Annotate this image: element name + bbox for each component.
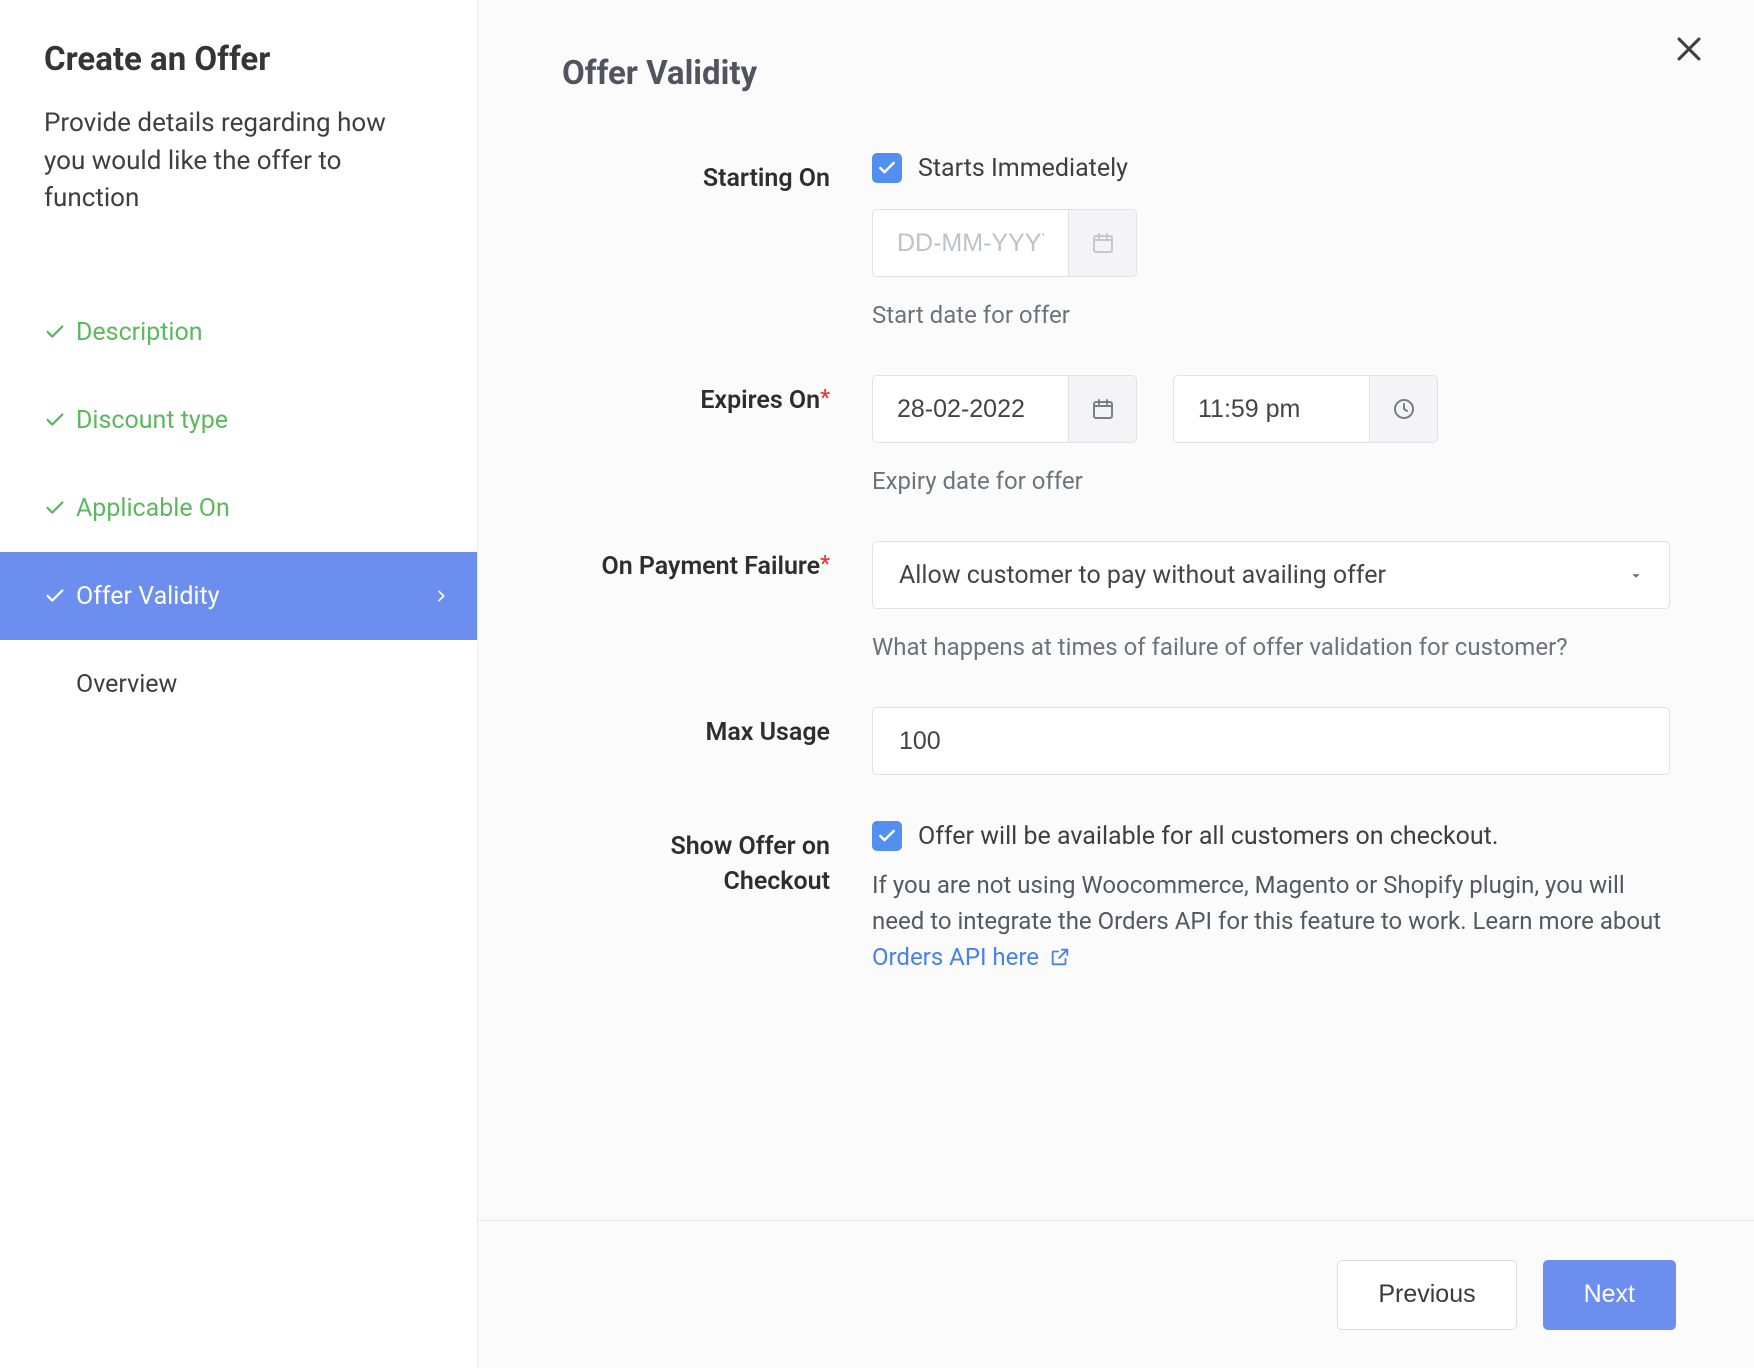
main-panel: Offer Validity Starting On Starts Immedi… bbox=[478, 0, 1754, 1368]
row-show-on-checkout: Show Offer on Checkout Offer will be ava… bbox=[562, 821, 1670, 975]
chevron-down-icon bbox=[1629, 561, 1643, 590]
nav-label: Discount type bbox=[76, 406, 449, 435]
check-icon bbox=[44, 585, 76, 607]
check-icon bbox=[44, 409, 76, 431]
start-date-field[interactable] bbox=[872, 209, 1137, 277]
checkbox-starts-immediately[interactable] bbox=[872, 153, 902, 183]
max-usage-input[interactable] bbox=[872, 707, 1670, 775]
row-payment-failure: On Payment Failure* Allow customer to pa… bbox=[562, 541, 1670, 661]
label-payment-failure-text: On Payment Failure bbox=[601, 552, 820, 581]
sidebar: Create an Offer Provide details regardin… bbox=[0, 0, 478, 1368]
label-expires-on-text: Expires On bbox=[700, 386, 820, 415]
required-marker: * bbox=[820, 552, 830, 577]
check-icon bbox=[44, 497, 76, 519]
nav-label: Applicable On bbox=[76, 494, 449, 523]
calendar-icon bbox=[1091, 397, 1115, 421]
help-expiry-date: Expiry date for offer bbox=[872, 467, 1670, 495]
nav-item-overview[interactable]: Overview bbox=[0, 640, 477, 728]
start-date-input[interactable] bbox=[873, 210, 1068, 276]
help-start-date: Start date for offer bbox=[872, 301, 1670, 329]
nav-label: Overview bbox=[76, 670, 449, 699]
nav-label: Offer Validity bbox=[76, 582, 433, 611]
label-starting-on: Starting On bbox=[703, 164, 830, 193]
sidebar-description: Provide details regarding how you would … bbox=[44, 105, 477, 218]
label-show-on-checkout: Show Offer on Checkout bbox=[670, 832, 830, 896]
form-area: Starting On Starts Immediately bbox=[478, 93, 1754, 1220]
help-payment-failure: What happens at times of failure of offe… bbox=[872, 633, 1670, 661]
previous-button[interactable]: Previous bbox=[1337, 1260, 1516, 1330]
row-expires-on: Expires On* bbox=[562, 375, 1670, 495]
check-icon bbox=[877, 158, 897, 178]
expiry-time-input[interactable] bbox=[1174, 376, 1369, 442]
checkbox-label-starts-immediately: Starts Immediately bbox=[918, 154, 1128, 183]
calendar-addon[interactable] bbox=[1068, 376, 1136, 442]
info-show-on-checkout: If you are not using Woocommerce, Magent… bbox=[872, 867, 1670, 975]
label-expires-on: Expires On* bbox=[700, 386, 830, 415]
check-icon bbox=[44, 321, 76, 343]
expiry-date-field[interactable] bbox=[872, 375, 1137, 443]
nav-item-offer-validity[interactable]: Offer Validity bbox=[0, 552, 477, 640]
main-header: Offer Validity bbox=[478, 0, 1754, 93]
nav-item-discount-type[interactable]: Discount type bbox=[0, 376, 477, 464]
payment-failure-selected: Allow customer to pay without availing o… bbox=[899, 561, 1386, 590]
row-starting-on: Starting On Starts Immediately bbox=[562, 153, 1670, 329]
page-title: Offer Validity bbox=[562, 54, 1670, 93]
orders-api-link[interactable]: Orders API here bbox=[872, 939, 1071, 975]
expiry-time-field[interactable] bbox=[1173, 375, 1438, 443]
checkbox-label-show-on-checkout: Offer will be available for all customer… bbox=[918, 822, 1498, 851]
sidebar-title: Create an Offer bbox=[44, 40, 477, 79]
label-payment-failure: On Payment Failure* bbox=[601, 552, 830, 581]
nav-item-description[interactable]: Description bbox=[0, 288, 477, 376]
payment-failure-select[interactable]: Allow customer to pay without availing o… bbox=[872, 541, 1670, 609]
expiry-date-input[interactable] bbox=[873, 376, 1068, 442]
footer: Previous Next bbox=[478, 1220, 1754, 1368]
checkbox-show-on-checkout[interactable] bbox=[872, 821, 902, 851]
clock-icon bbox=[1392, 397, 1416, 421]
next-button[interactable]: Next bbox=[1543, 1260, 1676, 1330]
info-text-prefix: If you are not using Woocommerce, Magent… bbox=[872, 871, 1661, 935]
label-max-usage: Max Usage bbox=[705, 718, 830, 747]
nav-item-applicable-on[interactable]: Applicable On bbox=[0, 464, 477, 552]
check-icon bbox=[877, 826, 897, 846]
close-icon bbox=[1672, 32, 1706, 66]
calendar-icon bbox=[1091, 231, 1115, 255]
chevron-right-icon bbox=[433, 588, 449, 604]
nav-label: Description bbox=[76, 318, 449, 347]
row-max-usage: Max Usage bbox=[562, 707, 1670, 775]
clock-addon[interactable] bbox=[1369, 376, 1437, 442]
calendar-addon[interactable] bbox=[1068, 210, 1136, 276]
close-button[interactable] bbox=[1672, 32, 1706, 70]
required-marker: * bbox=[820, 386, 830, 411]
external-link-icon bbox=[1049, 946, 1071, 968]
wizard-nav: Description Discount type Applicable On … bbox=[0, 288, 477, 728]
orders-api-link-text: Orders API here bbox=[872, 939, 1039, 975]
